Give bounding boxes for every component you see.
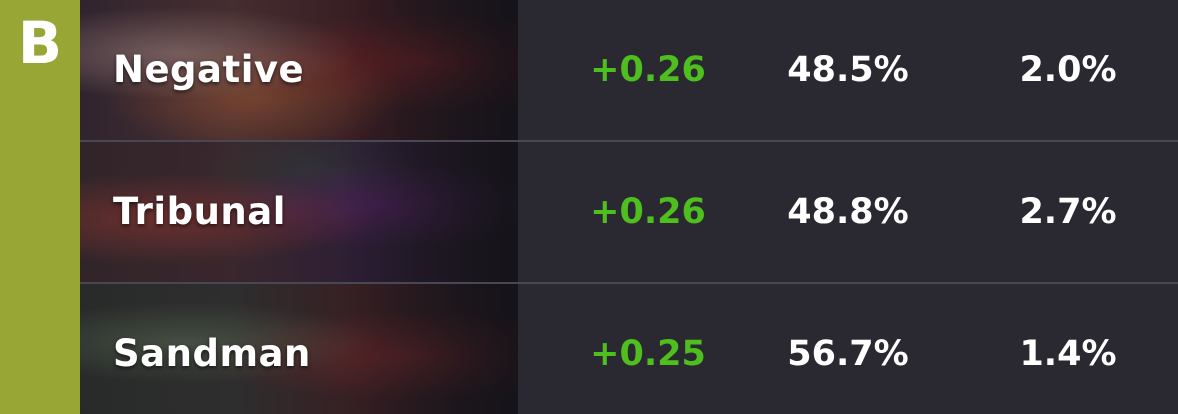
- card-row[interactable]: Negative +0.26 48.5% 2.0%: [80, 0, 1178, 140]
- win-rate-value: 48.8%: [787, 192, 909, 232]
- stats-panel: +0.26 48.5% 2.0%: [518, 0, 1178, 140]
- card-name: Negative: [113, 48, 305, 91]
- tier-section: B Negative +0.26 48.5% 2.0% Tribunal +0.…: [0, 0, 1178, 414]
- win-rate-value: 56.7%: [787, 334, 909, 374]
- win-rate-value: 48.5%: [787, 50, 909, 90]
- card-row[interactable]: Sandman +0.25 56.7% 1.4%: [80, 284, 1178, 414]
- delta-value: +0.26: [590, 192, 706, 232]
- delta-value: +0.25: [590, 334, 706, 374]
- card-rows: Negative +0.26 48.5% 2.0% Tribunal +0.26…: [80, 0, 1178, 414]
- stats-panel: +0.26 48.8% 2.7%: [518, 142, 1178, 282]
- card-name: Tribunal: [113, 190, 286, 233]
- stats-panel: +0.25 56.7% 1.4%: [518, 284, 1178, 414]
- play-rate-value: 2.0%: [1019, 50, 1117, 90]
- delta-value: +0.26: [590, 50, 706, 90]
- play-rate-value: 1.4%: [1019, 334, 1117, 374]
- tier-label-bar: B: [0, 0, 80, 414]
- card-name: Sandman: [113, 332, 311, 375]
- card-row[interactable]: Tribunal +0.26 48.8% 2.7%: [80, 142, 1178, 282]
- play-rate-value: 2.7%: [1019, 192, 1117, 232]
- tier-letter: B: [17, 9, 63, 77]
